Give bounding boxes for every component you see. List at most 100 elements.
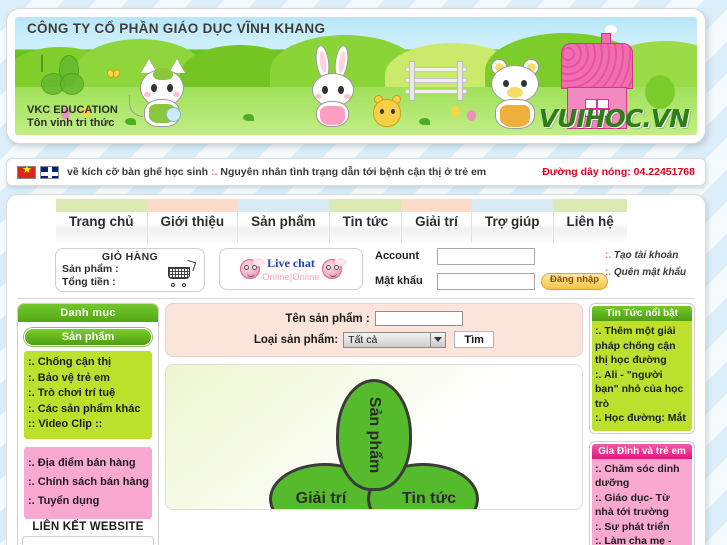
nav-item-trang-chu[interactable]: Trang chủ — [56, 199, 148, 243]
category-panel: Danh mục Sản phẩm :. Chống cận thị :. Bả… — [17, 303, 159, 545]
site-logo: VUIHOC.VN — [538, 104, 690, 133]
password-input[interactable] — [437, 272, 535, 290]
list-item[interactable]: :: Video Clip :: — [28, 417, 148, 433]
hot-news-panel: Tin Tức nổi bật :. Thêm một giải pháp ch… — [589, 303, 695, 434]
list-item[interactable]: :. Ali - "người bạn" nhỏ của học trò — [595, 368, 689, 412]
center-content: Tên sản phẩm : Loại sản phẩm: Tất cả Tìm — [165, 303, 583, 545]
nav-label: Sản phẩm — [251, 214, 316, 229]
ticker-text-a: về kích cỡ bàn ghế học sinh — [67, 166, 209, 178]
product-type-label: Loại sản phẩm: — [253, 333, 339, 346]
live-chat-status: Online|Online — [262, 271, 320, 283]
shopping-cart-box[interactable]: GIỎ HÀNG Sản phẩm : Tổng tiền : — [55, 248, 205, 292]
clover-leaf-san-pham[interactable]: Sản phẩm — [336, 379, 412, 491]
smiley-face-icon — [321, 258, 347, 279]
link-bullet: :. — [605, 267, 612, 278]
list-item[interactable]: :. Giáo dục- Từ nhà tới trường — [595, 491, 689, 520]
nav-item-lien-he[interactable]: Liên hệ — [553, 199, 627, 243]
ticker-headlines[interactable]: về kích cỡ bàn ghế học sinh :. Nguyên nh… — [67, 166, 486, 178]
product-name-input[interactable] — [374, 311, 463, 326]
nav-label: Tin tức — [342, 214, 389, 229]
bear-character-icon — [485, 55, 545, 131]
hot-news-list: :. Thêm một giải pháp chống cận thị học … — [592, 321, 692, 431]
info-links-list: :. Địa điểm bán hàng :. Chính sách bán h… — [24, 446, 152, 519]
leaf-icon — [419, 118, 430, 125]
clover-logo-icon — [41, 55, 97, 111]
site-banner: CÔNG TY CỔ PHẦN GIÁO DỤC VĨNH KHANG VKC … — [6, 8, 706, 144]
ticker-separator: :. — [211, 166, 218, 178]
nav-color-cap — [471, 199, 553, 212]
nav-label: Liên hệ — [566, 214, 614, 229]
register-link-label: Tạo tài khoản — [613, 250, 679, 261]
ticker-text-b: Nguyên nhân tình trạng dẫn tới bệnh cận … — [220, 166, 487, 178]
list-item[interactable]: :. Chính sách bán hàng — [28, 473, 149, 492]
left-sidebar: Danh mục Sản phẩm :. Chống cận thị :. Bả… — [17, 303, 159, 545]
nav-label: Giới thiệu — [160, 214, 225, 229]
company-name: CÔNG TY CỔ PHẦN GIÁO DỤC VĨNH KHANG — [27, 21, 326, 36]
list-item[interactable]: :. Trò chơi trí tuệ — [28, 386, 148, 402]
nav-item-tro-giup[interactable]: Trợ giúp — [471, 199, 554, 243]
divider — [17, 298, 695, 299]
list-item[interactable]: :. Địa điểm bán hàng — [28, 454, 148, 473]
product-links-list: :. Chống cận thị :. Bảo vệ trẻ em :. Trò… — [24, 351, 152, 439]
live-chat-title: Live chat — [267, 255, 315, 270]
list-item[interactable]: :. Học đường: Mắt — [595, 411, 689, 426]
cat-character-icon — [129, 51, 191, 129]
hot-news-header: Tin Tức nổi bật — [592, 306, 692, 321]
family-children-panel: Gia Đình và trẻ em :. Chăm sóc dinh dưỡn… — [589, 440, 695, 545]
nav-color-cap — [238, 199, 329, 212]
news-ticker-bar: về kích cỡ bàn ghế học sinh :. Nguyên nh… — [6, 158, 706, 186]
nav-item-gioi-thieu[interactable]: Giới thiệu — [147, 199, 239, 243]
uk-flag-icon[interactable] — [40, 165, 59, 179]
clover-leaf-label: Tin tức — [402, 490, 456, 507]
leaf-icon — [243, 114, 254, 121]
nav-item-giai-tri[interactable]: Giải trí — [402, 199, 472, 243]
link-bullet: :. — [605, 250, 612, 261]
vietnam-flag-icon[interactable] — [17, 165, 36, 179]
website-links-title: LIÊN KẾT WEBSITE — [32, 520, 144, 533]
nav-label: Giải trí — [415, 214, 458, 229]
banner-subtitle: VKC EDUCATION Tôn vinh tri thức — [27, 104, 118, 130]
nav-item-san-pham[interactable]: Sản phẩm — [238, 199, 330, 243]
password-label: Mật khẩu — [375, 275, 423, 287]
login-button[interactable]: Đăng nhập — [541, 272, 609, 290]
list-item[interactable]: :. Chống cận thị — [28, 355, 148, 371]
hotline-text: Đường dây nóng: 04.22451768 — [542, 166, 695, 178]
list-item[interactable]: :. Các sản phẩm khác — [28, 402, 148, 418]
nav-color-cap — [56, 199, 147, 212]
product-type-selected: Tất cả — [348, 333, 378, 346]
list-item[interactable]: :. Chăm sóc dinh dưỡng — [595, 462, 689, 491]
nav-label: Trợ giúp — [484, 214, 540, 229]
register-link[interactable]: :. Tạo tài khoản — [605, 247, 686, 264]
products-pill-button[interactable]: Sản phẩm — [24, 328, 152, 346]
account-input[interactable] — [437, 247, 535, 265]
search-button[interactable]: Tìm — [454, 331, 495, 348]
clover-leaf-label: Sản phẩm — [366, 396, 383, 474]
clover-navigation-graphic: Giải trí Tin tức Sản phẩm — [269, 379, 479, 509]
list-item[interactable]: :. Tuyển dụng — [28, 492, 148, 511]
list-item[interactable]: :. Bảo vệ trẻ em — [28, 371, 148, 387]
fence-icon — [405, 61, 467, 101]
forgot-password-link[interactable]: :. Quên mật khẩu — [605, 264, 686, 281]
nav-color-cap — [329, 199, 402, 212]
product-name-label: Tên sản phẩm : — [285, 312, 370, 325]
product-type-select[interactable]: Tất cả — [343, 331, 447, 348]
family-children-header: Gia Đình và trẻ em — [592, 443, 692, 459]
list-item[interactable]: :. Sự phát triển — [595, 520, 689, 535]
live-chat-box[interactable]: Live chat Online|Online — [219, 248, 363, 290]
shopping-cart-icon — [168, 259, 197, 287]
list-item[interactable]: :. Làm cha mẹ - Giúp — [595, 534, 689, 545]
website-links-box[interactable] — [22, 535, 154, 545]
flower-icon — [467, 110, 476, 121]
chevron-down-icon[interactable] — [430, 332, 446, 347]
banner-sub-line1: VKC EDUCATION — [27, 104, 118, 116]
main-page-card: Trang chủ Giới thiệu Sản phẩm Tin tức Gi… — [6, 194, 706, 545]
right-sidebar: Tin Tức nổi bật :. Thêm một giải pháp ch… — [589, 303, 695, 545]
account-links: :. Tạo tài khoản :. Quên mật khẩu — [605, 247, 686, 281]
product-search-panel: Tên sản phẩm : Loại sản phẩm: Tất cả Tìm — [165, 303, 583, 357]
hamster-character-icon — [371, 91, 405, 129]
banner-artwork: CÔNG TY CỔ PHẦN GIÁO DỤC VĨNH KHANG VKC … — [15, 17, 697, 135]
list-item[interactable]: :. Thêm một giải pháp chống cận thị học … — [595, 324, 689, 368]
nav-item-tin-tuc[interactable]: Tin tức — [329, 199, 403, 243]
login-form: Account Mật khẩu Đăng nhập — [375, 245, 609, 295]
family-children-list: :. Chăm sóc dinh dưỡng :. Giáo dục- Từ n… — [592, 458, 692, 545]
